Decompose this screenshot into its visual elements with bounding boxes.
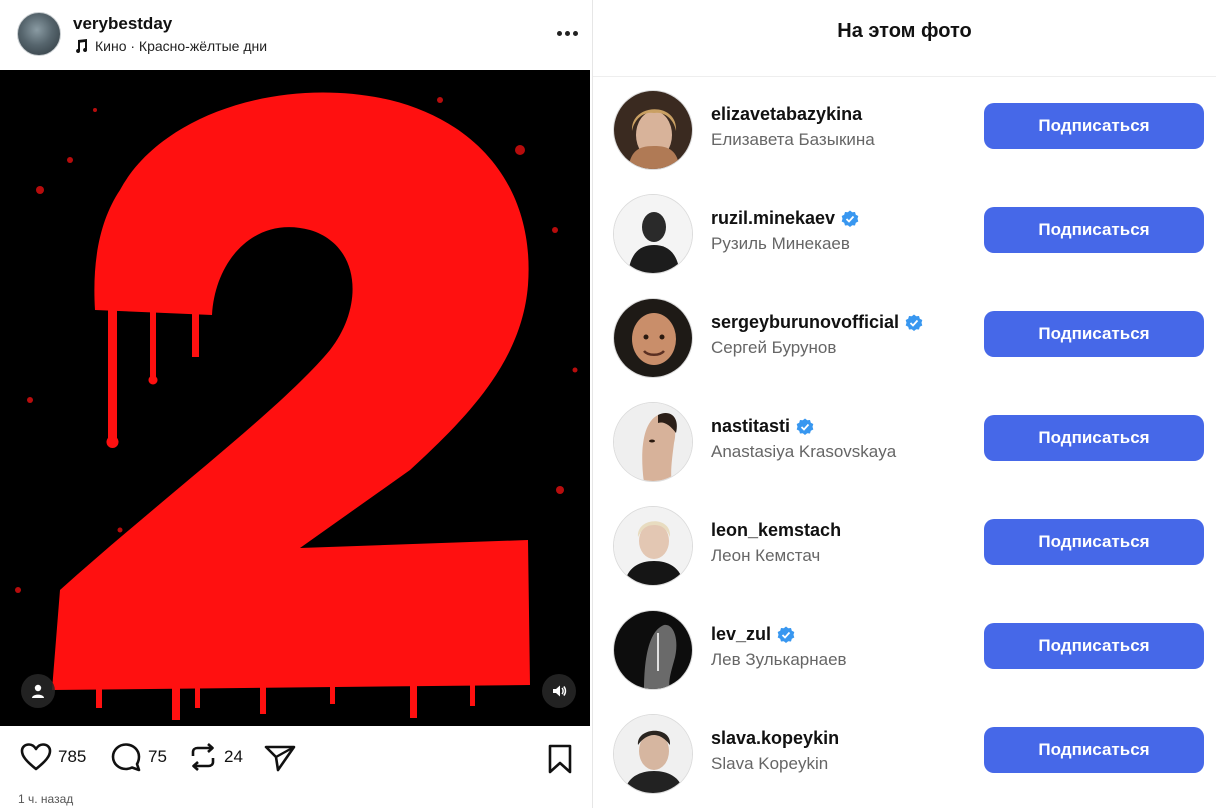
username-text: lev_zul <box>711 624 772 644</box>
full-name: Елизавета Базыкина <box>711 130 875 149</box>
tagged-username[interactable]: ruzil.minekaev <box>711 208 859 229</box>
username-text: ruzil.minekaev <box>711 208 836 228</box>
repost-icon <box>191 743 215 771</box>
avatar[interactable] <box>613 298 693 378</box>
tagged-username[interactable]: leon_kemstach <box>711 520 841 541</box>
tagged-username[interactable]: lev_zul <box>711 624 795 645</box>
comment-button[interactable]: 75 <box>110 742 167 772</box>
speaker-icon <box>553 685 567 697</box>
follow-button[interactable]: Подписаться <box>984 103 1204 149</box>
person-tag-icon <box>32 684 44 698</box>
username-text: slava.kopeykin <box>711 728 840 748</box>
tagged-person-row: sergeyburunovofficial Сергей Бурунов Под… <box>593 288 1216 392</box>
share-button[interactable] <box>264 744 296 772</box>
avatar[interactable] <box>613 90 693 170</box>
avatar[interactable] <box>613 194 693 274</box>
username-text: elizavetabazykina <box>711 104 863 124</box>
repost-button[interactable]: 24 <box>188 742 243 772</box>
author-avatar[interactable] <box>17 12 61 56</box>
tagged-person-row: elizavetabazykina Елизавета Базыкина Под… <box>593 80 1216 184</box>
verified-badge-icon <box>777 626 795 643</box>
full-name: Лев Зулькарнаев <box>711 650 847 669</box>
bookmark-icon <box>548 744 572 774</box>
music-track: Кино · Красно-жёлтые дни <box>95 38 268 54</box>
post-timestamp: 1 ч. назад <box>18 792 74 806</box>
full-name: Anastasiya Krasovskaya <box>711 442 897 461</box>
panel-title: На этом фото <box>837 20 972 42</box>
tagged-person-row: ruzil.minekaev Рузиль Минекаев Подписать… <box>593 184 1216 288</box>
follow-button[interactable]: Подписаться <box>984 623 1204 669</box>
tagged-person-row: leon_kemstach Леон Кемстач Подписаться <box>593 496 1216 600</box>
music-label[interactable]: Кино · Красно-жёлтые дни <box>73 38 267 54</box>
follow-button[interactable]: Подписаться <box>984 207 1204 253</box>
tagged-username[interactable]: slava.kopeykin <box>711 728 839 749</box>
save-button[interactable] <box>547 744 573 774</box>
verified-badge-icon <box>841 210 859 227</box>
tagged-person-row: nastitasti Anastasiya Krasovskaya Подпис… <box>593 392 1216 496</box>
tagged-person-row: slava.kopeykin Slava Kopeykin Подписатьс… <box>593 704 1216 808</box>
music-note-icon <box>76 39 88 53</box>
post-image[interactable] <box>0 70 590 726</box>
tagged-people-panel: На этом фото elizavetabazykina Елизавета… <box>593 0 1216 808</box>
avatar[interactable] <box>613 506 693 586</box>
avatar[interactable] <box>613 714 693 794</box>
title-divider <box>593 76 1216 77</box>
follow-button[interactable]: Подписаться <box>984 311 1204 357</box>
follow-button[interactable]: Подписаться <box>984 519 1204 565</box>
verified-badge-icon <box>796 418 814 435</box>
full-name: Slava Kopeykin <box>711 754 829 773</box>
like-button[interactable]: 785 <box>20 742 86 772</box>
tagged-username[interactable]: nastitasti <box>711 416 814 437</box>
like-count: 785 <box>58 747 87 766</box>
post-panel: verybestday Кино · Красно-жёлтые дни 785… <box>0 0 592 808</box>
author-username[interactable]: verybestday <box>73 14 172 34</box>
repost-count: 24 <box>224 747 243 766</box>
more-options-button[interactable] <box>552 22 582 44</box>
tagged-username[interactable]: elizavetabazykina <box>711 104 862 125</box>
avatar[interactable] <box>613 610 693 690</box>
comment-icon <box>111 743 141 772</box>
post-actions: 785 75 24 <box>0 736 592 782</box>
tagged-username[interactable]: sergeyburunovofficial <box>711 312 923 333</box>
tagged-person-row: lev_zul Лев Зулькарнаев Подписаться <box>593 600 1216 704</box>
comment-count: 75 <box>148 747 167 766</box>
username-text: leon_kemstach <box>711 520 842 540</box>
follow-button[interactable]: Подписаться <box>984 415 1204 461</box>
follow-button[interactable]: Подписаться <box>984 727 1204 773</box>
full-name: Сергей Бурунов <box>711 338 837 357</box>
post-image-graphic <box>0 70 590 726</box>
sound-toggle-button[interactable] <box>542 674 576 708</box>
more-horizontal-icon <box>556 30 562 36</box>
post-header: verybestday Кино · Красно-жёлтые дни <box>0 0 592 70</box>
verified-badge-icon <box>905 314 923 331</box>
avatar[interactable] <box>613 402 693 482</box>
username-text: nastitasti <box>711 416 791 436</box>
full-name: Рузиль Минекаев <box>711 234 850 253</box>
send-icon <box>264 745 296 772</box>
heart-icon <box>20 743 52 771</box>
username-text: sergeyburunovofficial <box>711 312 900 332</box>
tagged-people-button[interactable] <box>21 674 55 708</box>
full-name: Леон Кемстач <box>711 546 821 565</box>
